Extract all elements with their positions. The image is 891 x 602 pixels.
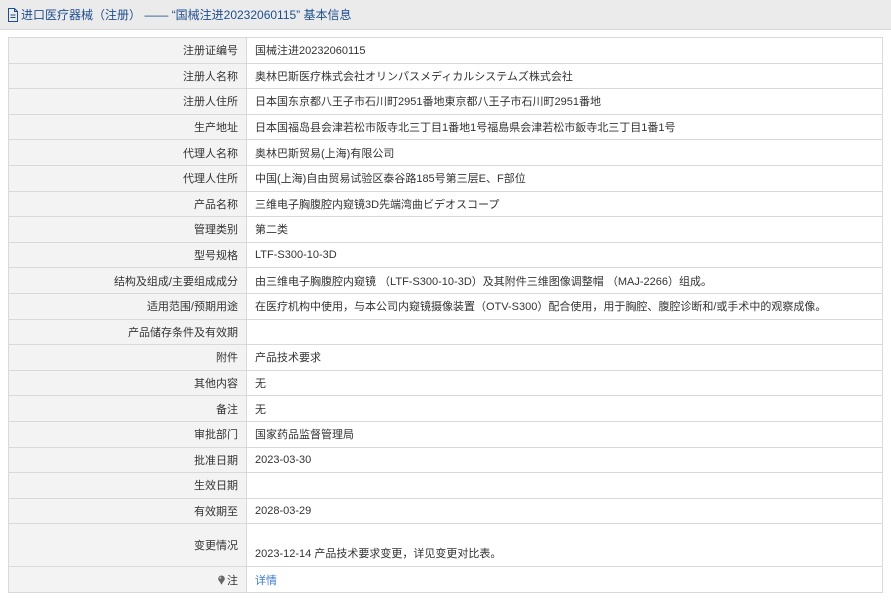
field-label: 其他内容 (8, 369, 247, 397)
table-row: 有效期至 2028-03-29 (8, 497, 883, 525)
note-value-cell: 详情 (246, 566, 883, 593)
table-row: 注册人住所 日本国东京都八王子市石川町2951番地東京都八王子市石川町2951番地 (8, 88, 883, 115)
page-header: 进口医疗器械（注册） —— “国械注进20232060115” 基本信息 (0, 0, 891, 30)
field-value: LTF-S300-10-3D (246, 241, 883, 269)
field-label: 注册人住所 (8, 88, 247, 115)
field-label: 产品储存条件及有效期 (8, 318, 247, 346)
field-value: 无 (246, 369, 883, 397)
field-label: 有效期至 (8, 497, 247, 525)
field-value (246, 318, 883, 346)
page-title: 进口医疗器械（注册） —— “国械注进20232060115” 基本信息 (21, 8, 352, 22)
table-row: 结构及组成/主要组成成分 由三维电子胸腹腔内窥镜 （LTF-S300-10-3D）… (8, 267, 883, 294)
field-label: 代理人住所 (8, 164, 247, 192)
field-label: 管理类别 (8, 216, 247, 243)
field-value: 奥林巴斯医疗株式会社オリンパスメディカルシステムズ株式会社 (246, 62, 883, 90)
note-label-cell: 注 (8, 566, 247, 593)
table-row: 代理人住所 中国(上海)自由贸易试验区泰谷路185号第三层E、F部位 (8, 164, 883, 192)
note-label: 注 (227, 574, 238, 587)
table-row: 产品储存条件及有效期 (8, 318, 883, 346)
field-label: 代理人名称 (8, 139, 247, 166)
field-label: 变更情况 (8, 523, 247, 568)
field-value: 2028-03-29 (246, 497, 883, 525)
table-row: 生效日期 (8, 472, 883, 499)
field-value: 中国(上海)自由贸易试验区泰谷路185号第三层E、F部位 (246, 164, 883, 192)
table-row-note: 注 详情 (8, 566, 883, 593)
field-label: 产品名称 (8, 190, 247, 218)
field-value: 2023-03-30 (246, 446, 883, 474)
field-label: 备注 (8, 395, 247, 422)
details-link[interactable]: 详情 (255, 575, 277, 587)
field-value: 产品技术要求 (246, 344, 883, 371)
field-label: 适用范围/预期用途 (8, 292, 247, 320)
field-value: 国械注进20232060115 (246, 37, 883, 64)
field-label: 型号规格 (8, 241, 247, 269)
table-row: 生产地址 日本国福岛县会津若松市阪寺北三丁目1番地1号福島県会津若松市鈑寺北三丁目… (8, 113, 883, 141)
field-value (246, 472, 883, 499)
table-row: 其他内容无 (8, 369, 883, 397)
field-value: 日本国福岛县会津若松市阪寺北三丁目1番地1号福島県会津若松市鈑寺北三丁目1番1号 (246, 113, 883, 141)
field-label: 生产地址 (8, 113, 247, 141)
field-label: 审批部门 (8, 420, 247, 448)
pin-icon (217, 575, 226, 585)
field-value: 无 (246, 395, 883, 422)
table-row: 型号规格 LTF-S300-10-3D (8, 241, 883, 269)
field-value: 奥林巴斯贸易(上海)有限公司 (246, 139, 883, 166)
table-row: 代理人名称 奥林巴斯贸易(上海)有限公司 (8, 139, 883, 166)
table-row: 注册证编号 国械注进20232060115 (8, 37, 883, 64)
field-label: 附件 (8, 344, 247, 371)
document-icon (7, 7, 19, 22)
table-row: 变更情况 2023-12-14 产品技术要求变更，详见变更对比表。 (8, 523, 883, 568)
field-value: 由三维电子胸腹腔内窥镜 （LTF-S300-10-3D）及其附件三维图像调整帽 … (246, 267, 883, 294)
table-row: 适用范围/预期用途 在医疗机构中使用，与本公司内窥镜摄像装置（OTV-S300）配… (8, 292, 883, 320)
field-value: 2023-12-14 产品技术要求变更，详见变更对比表。 (246, 523, 883, 568)
info-table: 注册证编号 国械注进20232060115 注册人名称 奥林巴斯医疗株式会社オリンパ… (8, 37, 883, 593)
table-row: 产品名称 三维电子胸腹腔内窥镜3D先端湾曲ビデオスコープ (8, 190, 883, 218)
field-label: 注册证编号 (8, 37, 247, 64)
table-row: 注册人名称 奥林巴斯医疗株式会社オリンパスメディカルシステムズ株式会社 (8, 62, 883, 90)
table-row: 附件 产品技术要求 (8, 344, 883, 371)
field-label: 批准日期 (8, 446, 247, 474)
field-value: 日本国东京都八王子市石川町2951番地東京都八王子市石川町2951番地 (246, 88, 883, 115)
field-label: 结构及组成/主要组成成分 (8, 267, 247, 294)
field-value: 国家药品监督管理局 (246, 420, 883, 448)
field-value: 三维电子胸腹腔内窥镜3D先端湾曲ビデオスコープ (246, 190, 883, 218)
field-label: 注册人名称 (8, 62, 247, 90)
field-value: 在医疗机构中使用，与本公司内窥镜摄像装置（OTV-S300）配合使用，用于胸腔、… (246, 292, 883, 320)
field-value: 第二类 (246, 216, 883, 243)
table-row: 批准日期 2023-03-30 (8, 446, 883, 474)
table-row: 审批部门 国家药品监督管理局 (8, 420, 883, 448)
table-row: 管理类别 第二类 (8, 216, 883, 243)
table-row: 备注无 (8, 395, 883, 422)
field-label: 生效日期 (8, 472, 247, 499)
